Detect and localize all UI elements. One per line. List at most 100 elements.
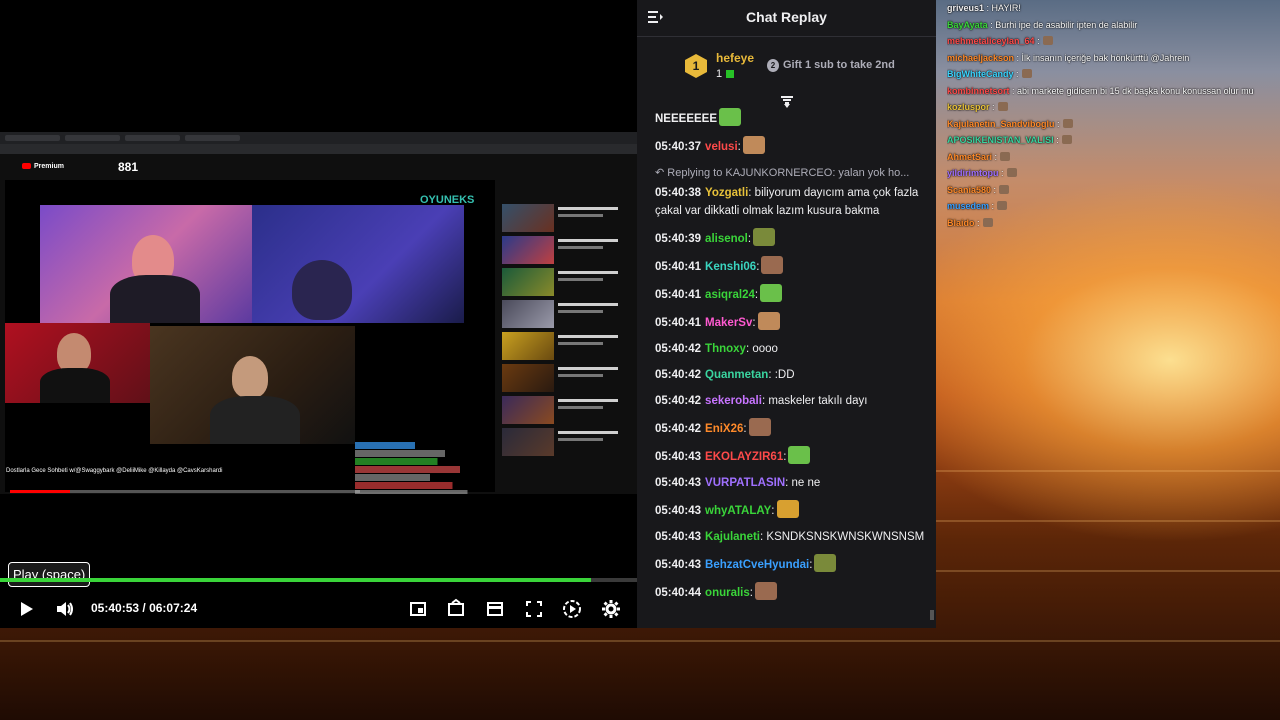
message-username[interactable]: Kenshi06 <box>705 261 756 273</box>
play-button[interactable] <box>15 598 37 620</box>
message-text: : <box>809 559 813 571</box>
overlay-username: BigWhiteCandy <box>947 69 1014 79</box>
overlay-chat-line: michaeljackson : İlk insanın içeriğe bak… <box>947 50 1280 67</box>
emote-icon <box>748 418 771 436</box>
pinned-toggle[interactable] <box>780 95 794 108</box>
youtube-logo: Premium <box>22 163 64 170</box>
embedded-chat <box>355 442 505 494</box>
message-text: : ne ne <box>785 477 821 489</box>
volume-button[interactable] <box>54 598 76 620</box>
message-text: : maskeler takılı dayı <box>761 395 868 407</box>
message-username[interactable]: asiqral24 <box>705 289 755 301</box>
webcam-4 <box>150 326 355 444</box>
rank-2-badge: 2 <box>767 59 779 72</box>
message-username[interactable]: Yozgatli <box>705 187 748 199</box>
overlay-text: : Burhi ipe de asabilir ipten de alabili… <box>987 19 1138 30</box>
overlay-chat-line: griveus1 : HAYIR! <box>947 0 1280 17</box>
overlay-text: : <box>992 151 998 162</box>
webcam-2 <box>252 205 464 323</box>
message-timestamp: 05:40:42 <box>655 395 702 407</box>
overlay-username: Kajulanetin_Sandviboglu <box>947 118 1055 129</box>
message-text: NEEEEEEE <box>655 113 717 125</box>
overlay-chat: griveus1 : HAYIR! BayAyata : Burhi ipe de… <box>947 0 1280 231</box>
duration: 06:07:24 <box>149 601 198 615</box>
gift-icon <box>726 70 735 78</box>
overlay-chat-line: musedem : <box>947 198 1280 215</box>
message-timestamp: 05:40:43 <box>655 559 702 571</box>
message-username[interactable]: sekerobali <box>705 395 762 407</box>
message-username[interactable]: velusi <box>705 141 738 153</box>
play-icon <box>21 602 33 616</box>
overlay-chat-line: APOSIKENISTAN_VALISI : <box>947 132 1280 149</box>
webcam-3 <box>5 323 150 403</box>
chat-header: Chat Replay <box>637 0 936 37</box>
message-username[interactable]: VURPATLASIN <box>705 477 785 489</box>
chat-message: 05:40:42 EniX26: <box>655 418 925 438</box>
theater-button[interactable] <box>445 598 467 620</box>
overlay-text: : <box>1054 118 1060 129</box>
overlay-text: : <box>1034 36 1040 46</box>
message-timestamp: 05:40:37 <box>655 141 702 153</box>
video-content[interactable]: Premium 881 OYUNEKS Dostlarla Gece Sohbe… <box>0 132 637 494</box>
overlay-text: : <box>989 102 995 112</box>
chat-message-list: NEEEEEEE 05:40:37 velusi: ↶ Replying to KAJ… <box>655 108 925 610</box>
video-player[interactable]: Premium 881 OYUNEKS Dostlarla Gece Sohbe… <box>0 0 637 628</box>
emote-icon <box>754 582 777 600</box>
speed-button[interactable] <box>561 598 583 620</box>
message-text: : oooo <box>745 343 778 355</box>
emote-icon <box>999 184 1010 194</box>
emote-icon <box>776 500 799 518</box>
message-username[interactable]: EKOLAYZIR61 <box>705 451 783 463</box>
miniplayer-button[interactable] <box>407 598 429 620</box>
progress-bar[interactable] <box>0 578 637 582</box>
message-username[interactable]: EniX26 <box>705 423 743 435</box>
chat-message: 05:40:43 whyATALAY: <box>655 500 925 520</box>
overlay-username: APOSIKENISTAN_VALISI <box>947 135 1054 145</box>
chat-scrollbar[interactable] <box>930 610 934 620</box>
message-username[interactable]: onuralis <box>705 587 750 599</box>
message-timestamp: 05:40:43 <box>655 451 702 463</box>
message-timestamp: 05:40:38 <box>655 187 702 199</box>
chat-title: Chat Replay <box>746 9 827 25</box>
fullscreen-button[interactable] <box>523 598 545 620</box>
overlay-text: : <box>991 184 997 195</box>
message-text: : <box>756 261 760 273</box>
message-text: : :DD <box>768 369 795 381</box>
overlay-chat-line: Blaido : <box>947 215 1280 232</box>
embedded-scrubber <box>10 490 360 493</box>
settings-button[interactable] <box>600 598 622 620</box>
message-timestamp: 05:40:42 <box>655 369 702 381</box>
emote-icon <box>814 554 837 572</box>
emote-icon <box>788 446 811 464</box>
overlay-text: : <box>1053 135 1059 145</box>
message-username[interactable]: BehzatCveHyundai <box>705 559 809 571</box>
message-timestamp: 05:40:41 <box>655 317 702 329</box>
message-text: : <box>749 587 753 599</box>
overlay-chat-line: AhmetSari : <box>947 149 1280 166</box>
speed-icon <box>563 600 581 618</box>
youtube-header: Premium <box>0 154 637 180</box>
message-text: : <box>754 289 759 301</box>
fullscreen-icon <box>526 601 542 617</box>
message-timestamp: 05:40:43 <box>655 505 702 517</box>
recommendations-list <box>502 204 632 460</box>
overlay-username: griveus1 <box>947 3 985 13</box>
play-tooltip: Play (space) <box>8 562 91 587</box>
message-username[interactable]: Quanmetan <box>705 369 768 381</box>
theater-icon <box>448 598 464 616</box>
overlay-username: musedem <box>947 201 990 211</box>
message-timestamp: 05:40:39 <box>655 233 702 245</box>
message-username[interactable]: Thnoxy <box>705 343 746 355</box>
message-username[interactable]: MakerSv <box>705 317 752 329</box>
message-username[interactable]: alisenol <box>705 233 748 245</box>
emote-icon <box>742 136 765 154</box>
gift-leaderboard: 1 hefeye 1 2 Gift 1 sub to take 2nd <box>637 38 936 98</box>
message-username[interactable]: Kajulaneti <box>705 531 760 543</box>
leader-name[interactable]: hefeye <box>716 51 754 65</box>
message-username[interactable]: whyATALAY <box>705 505 771 517</box>
emote-icon <box>1062 118 1073 128</box>
chat-message: 05:40:42 Quanmetan: :DD <box>655 366 925 384</box>
message-timestamp: 05:40:42 <box>655 343 702 355</box>
reply-context: ↶ Replying to KAJUNKORNERCEO: yalan yok … <box>655 167 910 179</box>
cinema-button[interactable] <box>484 598 506 620</box>
